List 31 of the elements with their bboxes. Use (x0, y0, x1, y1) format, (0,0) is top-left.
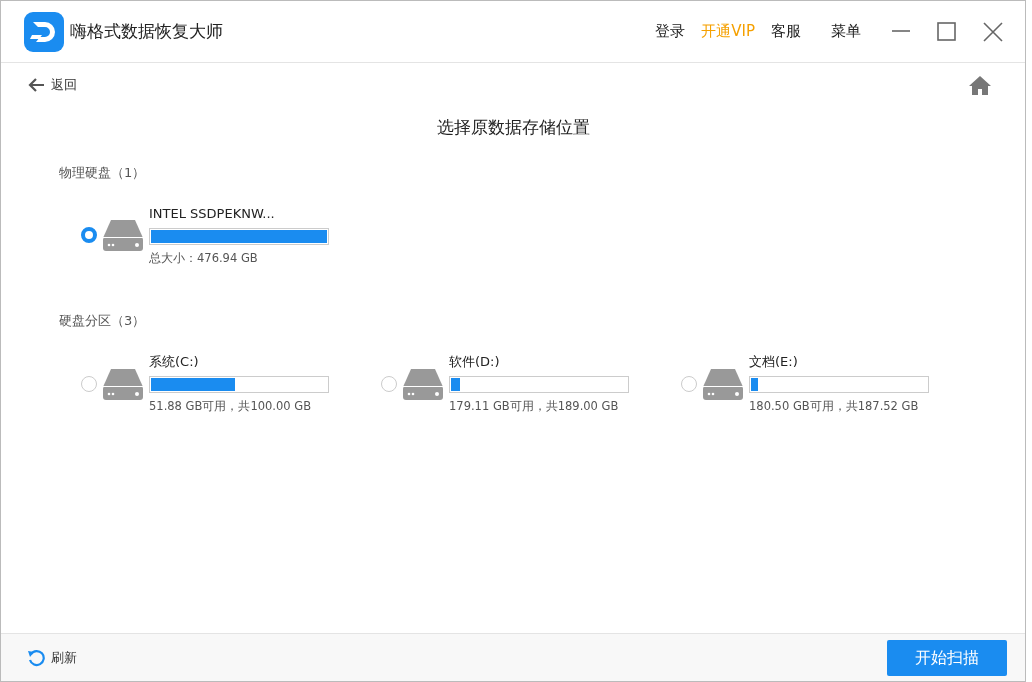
drive-info: 51.88 GB可用，共100.00 GB (149, 397, 313, 415)
close-icon[interactable] (983, 21, 1003, 42)
page-heading: 选择原数据存储位置 (435, 116, 591, 139)
drive-name: 系统(C:) (149, 353, 200, 372)
drive-name: 软件(D:) (449, 353, 501, 372)
drive-name: INTEL SSDPEKNW... (149, 205, 276, 223)
section-title: 物理硬盘（1） (59, 163, 147, 182)
drive-name: 文档(E:) (749, 353, 799, 372)
drive-icon (101, 366, 145, 401)
header-link[interactable]: 客服 (767, 20, 805, 43)
app-title: 嗨格式数据恢复大师 (70, 19, 223, 43)
section-title: 硬盘分区（3） (59, 311, 147, 330)
drive-icon (101, 218, 145, 253)
radio-button[interactable] (681, 375, 697, 392)
header-link[interactable]: 菜单 (827, 20, 865, 43)
maximize-icon[interactable] (937, 21, 957, 42)
app-logo (24, 11, 64, 52)
back-button[interactable]: 返回 (27, 75, 77, 95)
radio-button[interactable] (381, 375, 397, 392)
header-link[interactable]: 登录 (651, 20, 690, 43)
drive-info: 179.11 GB可用，共189.00 GB (449, 397, 620, 415)
refresh-button[interactable]: 刷新 (27, 647, 77, 668)
back-arrow-icon (27, 77, 45, 93)
drive-icon (401, 366, 445, 401)
drive-info: 180.50 GB可用，共187.52 GB (749, 397, 920, 415)
radio-button[interactable] (81, 375, 97, 392)
home-icon[interactable] (969, 75, 991, 95)
radio-button[interactable] (81, 227, 97, 244)
refresh-icon (27, 648, 45, 667)
drive-icon (701, 366, 745, 401)
drive-info: 总大小：476.94 GB (149, 249, 259, 267)
